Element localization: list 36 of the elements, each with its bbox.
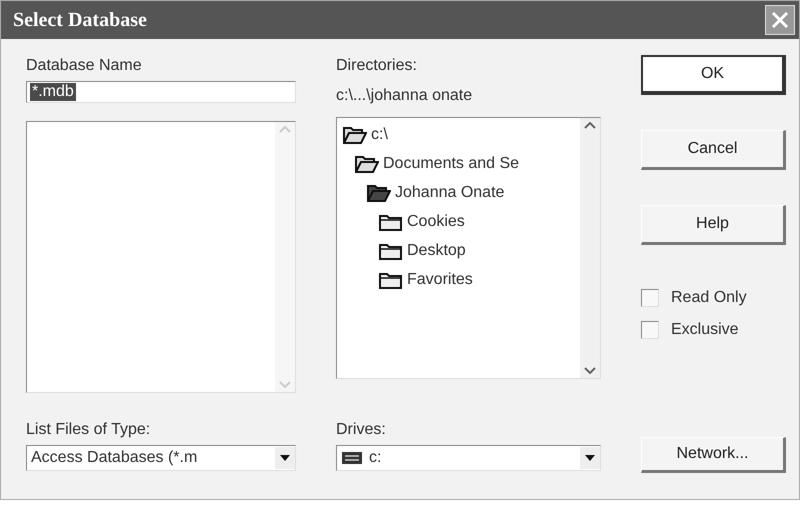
dropdown-button[interactable] bbox=[275, 447, 295, 469]
window-title: Select Database bbox=[13, 8, 147, 32]
folder-item[interactable]: Desktop bbox=[407, 242, 466, 260]
field-label: Database Name bbox=[26, 56, 143, 76]
dialog-button[interactable]: Help bbox=[641, 205, 786, 245]
directory-tree[interactable]: c:\ Documents and Se Johanna Onate Cookies Desktop Favorites bbox=[336, 117, 601, 379]
directory-path: c:\...\johanna onate bbox=[336, 86, 474, 106]
drive-icon bbox=[341, 451, 363, 465]
checkbox-label: Read Only bbox=[671, 289, 747, 307]
drives-dropdown[interactable]: c: bbox=[336, 445, 601, 471]
scrollbar[interactable] bbox=[580, 118, 600, 378]
dialog-button[interactable]: OK bbox=[641, 55, 786, 95]
checkbox[interactable] bbox=[641, 289, 659, 307]
field-value: *.mdb bbox=[30, 83, 76, 101]
folder-item[interactable]: Cookies bbox=[407, 212, 465, 230]
close-button[interactable] bbox=[765, 5, 795, 35]
folder-item[interactable]: Favorites bbox=[407, 270, 473, 288]
field-label: List Files of Type: bbox=[26, 420, 152, 440]
dialog-button[interactable]: Cancel bbox=[641, 130, 786, 170]
field-label: Drives: bbox=[336, 420, 387, 440]
dropdown-value: Access Databases (*.m bbox=[31, 449, 198, 467]
close-icon bbox=[771, 11, 789, 29]
scrollbar[interactable] bbox=[275, 122, 295, 392]
file-type-dropdown[interactable]: Access Databases (*.m bbox=[26, 445, 296, 471]
field-label: Directories: bbox=[336, 56, 418, 76]
caret-icon bbox=[280, 455, 290, 461]
checkbox[interactable] bbox=[641, 321, 659, 339]
folder-item[interactable]: c:\ bbox=[371, 126, 388, 144]
caret-icon bbox=[585, 455, 595, 461]
network-button[interactable]: Network... bbox=[641, 437, 786, 473]
folder-item[interactable]: Documents and Se bbox=[383, 154, 520, 172]
dropdown-value: c: bbox=[369, 449, 382, 467]
checkbox-label: Exclusive bbox=[671, 321, 739, 339]
dropdown-button[interactable] bbox=[580, 447, 600, 469]
folder-item[interactable]: Johanna Onate bbox=[395, 184, 504, 202]
database-name-field[interactable]: *.mdb bbox=[26, 81, 296, 103]
